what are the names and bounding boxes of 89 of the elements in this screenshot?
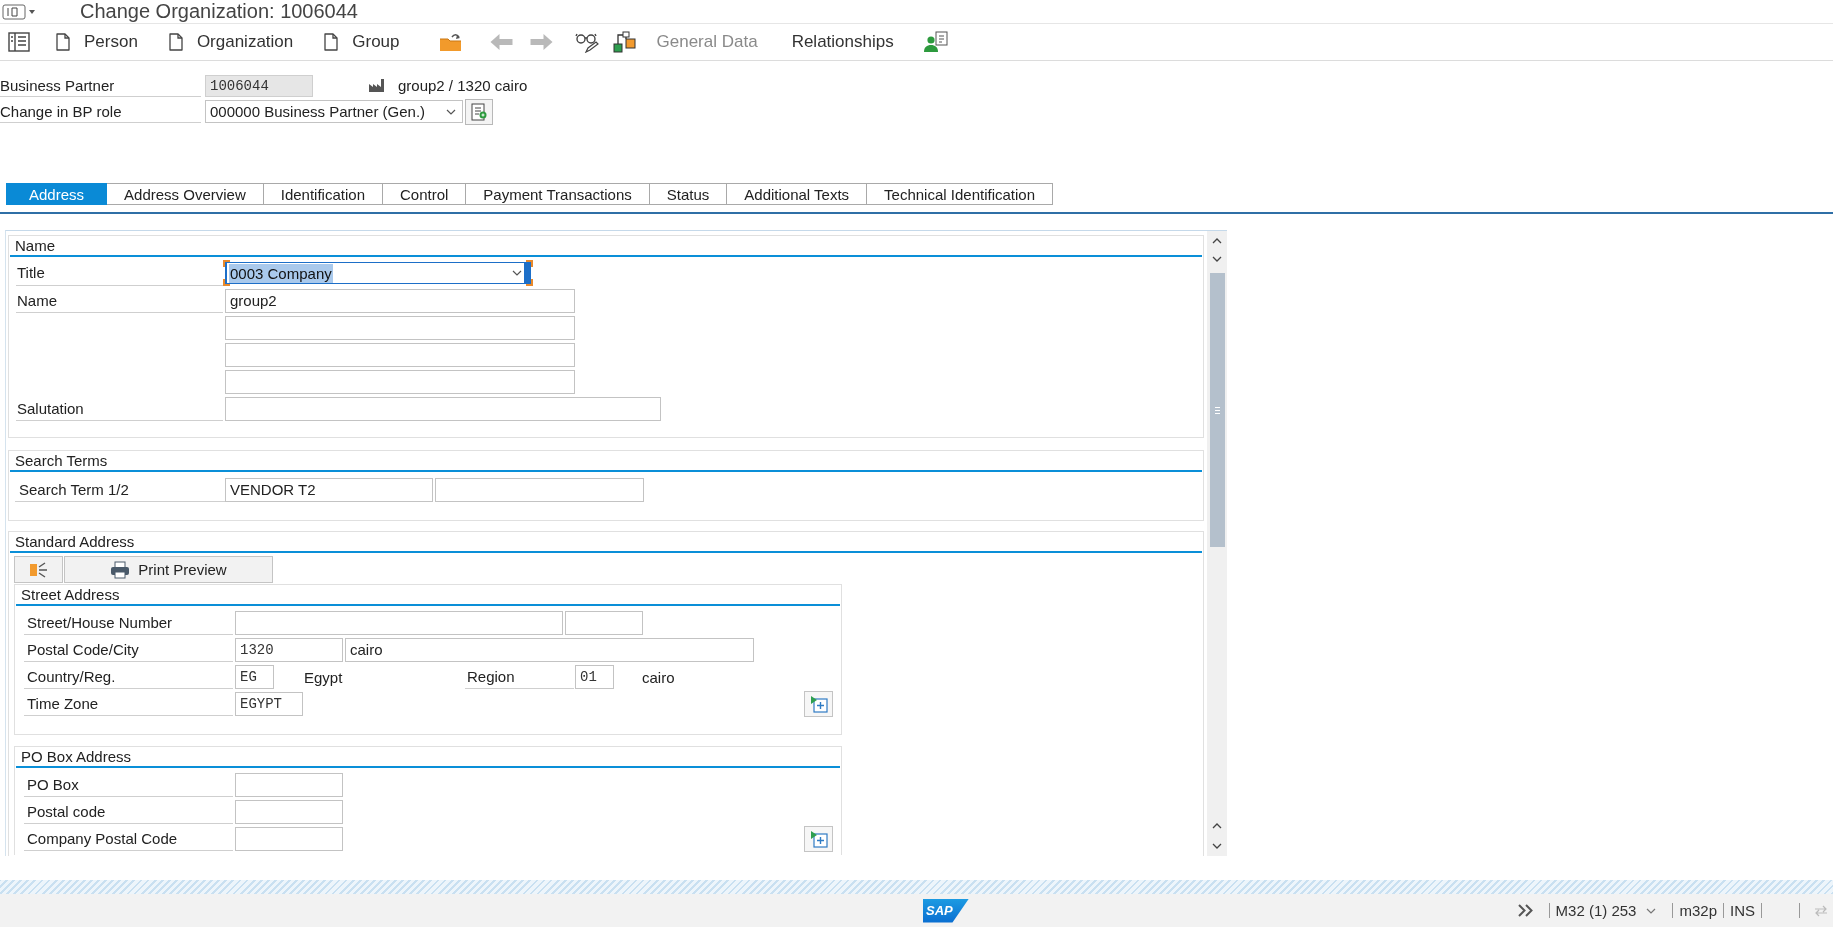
toolbar-button[interactable]: Person (56, 27, 138, 57)
search-term-field[interactable] (435, 478, 644, 502)
chevron-up-icon[interactable] (1212, 823, 1222, 829)
search-term-field[interactable]: VENDOR T2 (225, 478, 433, 502)
chevron-down-icon[interactable] (1212, 256, 1222, 262)
input-field[interactable] (235, 773, 343, 797)
section-title: Street Address (21, 586, 120, 603)
factory-icon (368, 78, 386, 93)
city-field[interactable]: cairo (345, 638, 754, 662)
tab[interactable]: Additional Texts (727, 183, 868, 205)
insert-button[interactable] (804, 691, 833, 717)
field-label: PO Box (24, 773, 233, 797)
swap-arrows-icon[interactable] (1814, 904, 1828, 917)
chevron-down-icon (446, 108, 456, 115)
region-field[interactable]: 01 (575, 665, 614, 689)
sidebar-icon[interactable] (8, 32, 30, 52)
time-zone-field[interactable]: EGYPT (235, 692, 303, 716)
system-dropdown[interactable]: M32 (1) 253 (1555, 902, 1657, 919)
print-preview-button[interactable]: Print Preview (64, 556, 273, 583)
name-field[interactable] (225, 370, 575, 394)
server-name: m32p (1679, 902, 1717, 919)
postal-code-field[interactable]: 1320 (235, 638, 343, 662)
section-title: Name (15, 237, 55, 254)
scrollbar[interactable] (1207, 231, 1227, 856)
role-details-button[interactable] (465, 98, 493, 125)
partner-description: group2 / 1320 cairo (398, 77, 528, 94)
field-label: Postal code (24, 800, 233, 824)
field-label: Change in BP role (0, 100, 201, 123)
tab[interactable]: Address (6, 183, 108, 205)
toolbar-button[interactable]: Group (324, 27, 400, 57)
field-label: Street/House Number (24, 611, 233, 635)
document-icon (168, 33, 183, 51)
printer-icon (110, 560, 131, 579)
role-dropdown[interactable]: 000000 Business Partner (Gen.) (205, 100, 463, 123)
hierarchy-icon[interactable] (612, 31, 637, 53)
field-label: Company Postal Code (24, 827, 233, 851)
title-dropdown[interactable]: 0003 Company (223, 260, 533, 286)
toolbar-button[interactable] (14, 556, 63, 583)
name-field[interactable] (225, 343, 575, 367)
field-label: Time Zone (24, 692, 233, 716)
transfer-icon (28, 560, 49, 579)
sap-logo: SAP (923, 898, 969, 923)
section-title: PO Box Address (21, 748, 132, 765)
name-field[interactable]: group2 (225, 289, 575, 313)
street-field[interactable] (235, 611, 563, 635)
house-number-field[interactable] (565, 611, 643, 635)
chevron-down-icon (512, 270, 522, 276)
name-field[interactable] (225, 316, 575, 340)
tab[interactable]: Control (383, 183, 467, 205)
folder-icon[interactable] (438, 32, 463, 52)
tab[interactable]: Payment Transactions (466, 183, 650, 205)
input-field[interactable] (235, 800, 343, 824)
chevron-down-icon (1646, 907, 1657, 914)
insert-button[interactable] (804, 826, 833, 852)
window-title: Change Organization: 1006044 (80, 0, 358, 23)
region-name: cairo (642, 668, 675, 686)
glasses-icon[interactable] (574, 31, 599, 53)
tab[interactable]: Technical Identification (867, 183, 1053, 205)
table-plus-icon (809, 695, 828, 713)
partner-number-field[interactable]: 1006044 (205, 74, 313, 97)
person-icon[interactable] (923, 31, 948, 53)
chevron-down-icon[interactable] (1212, 843, 1222, 849)
input-mode: INS (1730, 902, 1755, 919)
field-label: Search Term 1/2 (15, 478, 225, 502)
document-icon (56, 33, 70, 51)
field-label: Region (465, 665, 574, 689)
tab[interactable]: Address Overview (107, 183, 264, 205)
toolbar-button[interactable]: Organization (168, 27, 294, 57)
tab[interactable]: Status (649, 183, 728, 205)
field-label: Name (16, 289, 223, 313)
field-label: Postal Code/City (24, 638, 233, 662)
country-field[interactable]: EG (235, 665, 274, 689)
salutation-field[interactable] (225, 397, 661, 421)
field-label: Business Partner (0, 74, 201, 97)
tab[interactable]: Identification (263, 183, 383, 205)
field-label: Salutation (16, 397, 223, 421)
input-field[interactable] (235, 827, 343, 851)
toolbar-button[interactable]: Relationships (791, 27, 894, 57)
document-list-icon (470, 102, 488, 121)
chevron-up-icon[interactable] (1212, 238, 1222, 244)
section-title: Standard Address (15, 533, 135, 550)
field-label: Country/Reg. (24, 665, 233, 689)
scrollbar-thumb[interactable] (1209, 273, 1225, 547)
window-menu-icon[interactable] (2, 3, 36, 20)
table-plus-icon (809, 830, 828, 848)
document-icon (324, 33, 339, 51)
country-name: Egypt (304, 668, 344, 686)
double-chevron-icon[interactable] (1517, 904, 1533, 917)
section-title: Search Terms (15, 452, 108, 469)
